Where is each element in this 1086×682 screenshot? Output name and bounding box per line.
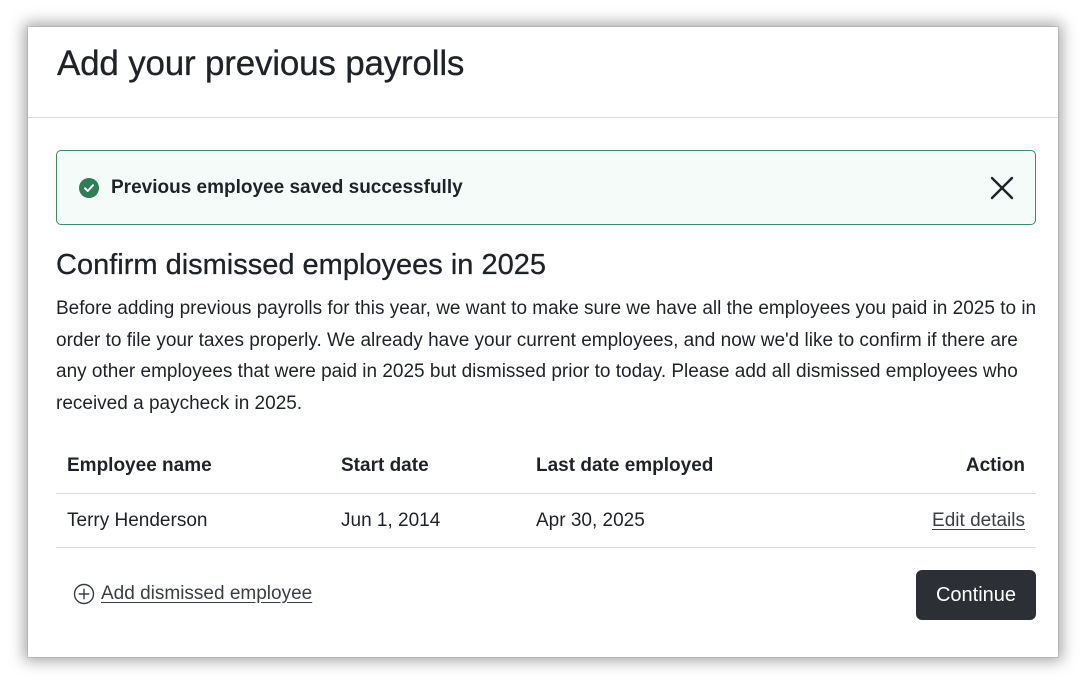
- add-dismissed-employee-button[interactable]: Add dismissed employee: [73, 583, 312, 605]
- modal-footer: Add dismissed employee Continue: [56, 570, 1036, 620]
- alert-message: Previous employee saved successfully: [111, 176, 463, 198]
- success-alert: Previous employee saved successfully: [56, 150, 1036, 225]
- column-header-action: Action: [847, 439, 1036, 494]
- dismissed-employees-table: Employee name Start date Last date emplo…: [56, 439, 1036, 548]
- employee-name-cell: Terry Henderson: [56, 493, 330, 548]
- section-title: Confirm dismissed employees in 2025: [56, 249, 546, 281]
- action-cell: Edit details: [847, 493, 1036, 548]
- close-icon[interactable]: [989, 175, 1015, 201]
- start-date-cell: Jun 1, 2014: [330, 493, 525, 548]
- last-date-employed-cell: Apr 30, 2025: [525, 493, 847, 548]
- table-row: Terry Henderson Jun 1, 2014 Apr 30, 2025…: [56, 493, 1036, 548]
- plus-circle-icon: [73, 583, 95, 605]
- modal-body: Previous employee saved successfully Con…: [28, 118, 1058, 620]
- modal-title: Add your previous payrolls: [57, 44, 465, 83]
- section-description: Before adding previous payrolls for this…: [56, 298, 1037, 414]
- edit-details-link[interactable]: Edit details: [932, 510, 1025, 531]
- column-header-start-date: Start date: [330, 439, 525, 494]
- add-dismissed-employee-label[interactable]: Add dismissed employee: [101, 583, 312, 605]
- continue-button[interactable]: Continue: [916, 570, 1036, 620]
- table-header-row: Employee name Start date Last date emplo…: [56, 439, 1036, 494]
- column-header-last-date-employed: Last date employed: [525, 439, 847, 494]
- column-header-employee-name: Employee name: [56, 439, 330, 494]
- check-circle-icon: [79, 177, 99, 198]
- payroll-modal: Add your previous payrolls Previous empl…: [28, 27, 1058, 657]
- modal-header: Add your previous payrolls: [28, 27, 1058, 118]
